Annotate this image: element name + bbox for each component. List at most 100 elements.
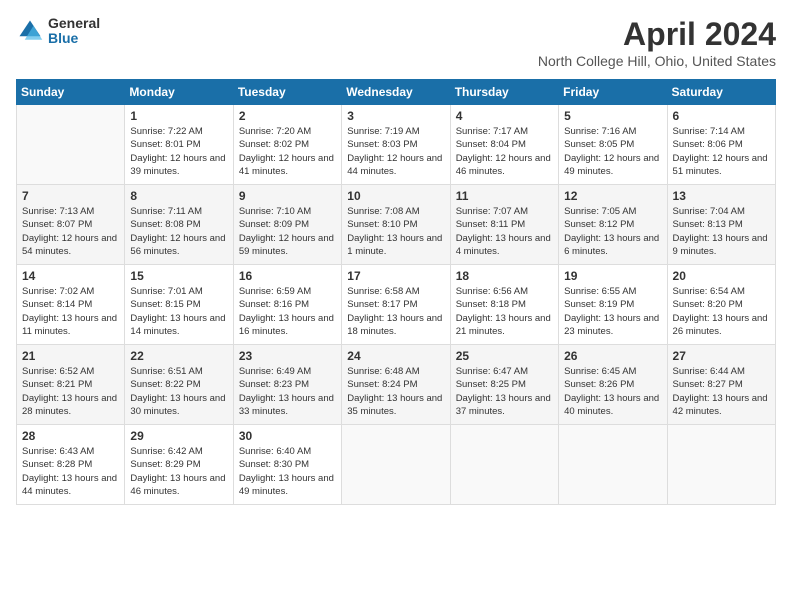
calendar-table: SundayMondayTuesdayWednesdayThursdayFrid… xyxy=(16,79,776,505)
column-header-thursday: Thursday xyxy=(450,80,558,105)
day-number: 17 xyxy=(347,269,444,283)
day-info: Sunrise: 7:01 AMSunset: 8:15 PMDaylight:… xyxy=(130,285,227,338)
day-info: Sunrise: 6:49 AMSunset: 8:23 PMDaylight:… xyxy=(239,365,336,418)
day-number: 8 xyxy=(130,189,227,203)
calendar-cell: 20 Sunrise: 6:54 AMSunset: 8:20 PMDayligh… xyxy=(667,265,775,345)
day-number: 15 xyxy=(130,269,227,283)
day-info: Sunrise: 7:10 AMSunset: 8:09 PMDaylight:… xyxy=(239,205,336,258)
calendar-cell xyxy=(667,425,775,505)
day-number: 28 xyxy=(22,429,119,443)
day-info: Sunrise: 7:13 AMSunset: 8:07 PMDaylight:… xyxy=(22,205,119,258)
calendar-cell: 5 Sunrise: 7:16 AMSunset: 8:05 PMDaylight… xyxy=(559,105,667,185)
page-header: General Blue April 2024 North College Hi… xyxy=(16,16,776,69)
logo-text: General Blue xyxy=(48,16,100,47)
day-info: Sunrise: 6:47 AMSunset: 8:25 PMDaylight:… xyxy=(456,365,553,418)
calendar-header-row: SundayMondayTuesdayWednesdayThursdayFrid… xyxy=(17,80,776,105)
day-info: Sunrise: 6:59 AMSunset: 8:16 PMDaylight:… xyxy=(239,285,336,338)
day-number: 16 xyxy=(239,269,336,283)
day-number: 9 xyxy=(239,189,336,203)
day-info: Sunrise: 6:55 AMSunset: 8:19 PMDaylight:… xyxy=(564,285,661,338)
calendar-cell: 9 Sunrise: 7:10 AMSunset: 8:09 PMDaylight… xyxy=(233,185,341,265)
calendar-cell: 2 Sunrise: 7:20 AMSunset: 8:02 PMDaylight… xyxy=(233,105,341,185)
day-info: Sunrise: 6:51 AMSunset: 8:22 PMDaylight:… xyxy=(130,365,227,418)
day-info: Sunrise: 6:44 AMSunset: 8:27 PMDaylight:… xyxy=(673,365,770,418)
calendar-cell: 12Sunrise: 7:05 AMSunset: 8:12 PMDayligh… xyxy=(559,185,667,265)
day-number: 23 xyxy=(239,349,336,363)
day-number: 26 xyxy=(564,349,661,363)
day-info: Sunrise: 7:17 AMSunset: 8:04 PMDaylight:… xyxy=(456,125,553,178)
column-header-tuesday: Tuesday xyxy=(233,80,341,105)
day-number: 24 xyxy=(347,349,444,363)
calendar-subtitle: North College Hill, Ohio, United States xyxy=(538,53,776,69)
calendar-week-row: 21 Sunrise: 6:52 AMSunset: 8:21 PMDayligh… xyxy=(17,345,776,425)
calendar-cell: 28 Sunrise: 6:43 AMSunset: 8:28 PMDayligh… xyxy=(17,425,125,505)
day-number: 14 xyxy=(22,269,119,283)
calendar-cell: 17 Sunrise: 6:58 AMSunset: 8:17 PMDayligh… xyxy=(342,265,450,345)
day-number: 10 xyxy=(347,189,444,203)
calendar-cell: 11Sunrise: 7:07 AMSunset: 8:11 PMDayligh… xyxy=(450,185,558,265)
calendar-cell xyxy=(17,105,125,185)
calendar-cell: 21 Sunrise: 6:52 AMSunset: 8:21 PMDayligh… xyxy=(17,345,125,425)
column-header-wednesday: Wednesday xyxy=(342,80,450,105)
day-info: Sunrise: 6:43 AMSunset: 8:28 PMDaylight:… xyxy=(22,445,119,498)
calendar-cell: 13Sunrise: 7:04 AMSunset: 8:13 PMDayligh… xyxy=(667,185,775,265)
day-number: 1 xyxy=(130,109,227,123)
day-info: Sunrise: 6:52 AMSunset: 8:21 PMDaylight:… xyxy=(22,365,119,418)
day-info: Sunrise: 7:16 AMSunset: 8:05 PMDaylight:… xyxy=(564,125,661,178)
day-info: Sunrise: 6:42 AMSunset: 8:29 PMDaylight:… xyxy=(130,445,227,498)
day-info: Sunrise: 6:56 AMSunset: 8:18 PMDaylight:… xyxy=(456,285,553,338)
day-info: Sunrise: 7:22 AMSunset: 8:01 PMDaylight:… xyxy=(130,125,227,178)
calendar-cell xyxy=(342,425,450,505)
calendar-week-row: 1 Sunrise: 7:22 AMSunset: 8:01 PMDaylight… xyxy=(17,105,776,185)
title-block: April 2024 North College Hill, Ohio, Uni… xyxy=(538,16,776,69)
column-header-monday: Monday xyxy=(125,80,233,105)
day-number: 21 xyxy=(22,349,119,363)
column-header-sunday: Sunday xyxy=(17,80,125,105)
day-number: 4 xyxy=(456,109,553,123)
calendar-cell: 19Sunrise: 6:55 AMSunset: 8:19 PMDayligh… xyxy=(559,265,667,345)
logo: General Blue xyxy=(16,16,100,47)
calendar-cell: 6 Sunrise: 7:14 AMSunset: 8:06 PMDaylight… xyxy=(667,105,775,185)
day-number: 22 xyxy=(130,349,227,363)
calendar-cell: 24Sunrise: 6:48 AMSunset: 8:24 PMDayligh… xyxy=(342,345,450,425)
day-info: Sunrise: 7:02 AMSunset: 8:14 PMDaylight:… xyxy=(22,285,119,338)
calendar-cell: 14 Sunrise: 7:02 AMSunset: 8:14 PMDayligh… xyxy=(17,265,125,345)
day-number: 3 xyxy=(347,109,444,123)
calendar-cell xyxy=(450,425,558,505)
column-header-saturday: Saturday xyxy=(667,80,775,105)
calendar-cell: 8 Sunrise: 7:11 AMSunset: 8:08 PMDaylight… xyxy=(125,185,233,265)
calendar-cell: 18 Sunrise: 6:56 AMSunset: 8:18 PMDayligh… xyxy=(450,265,558,345)
day-number: 20 xyxy=(673,269,770,283)
day-number: 29 xyxy=(130,429,227,443)
day-info: Sunrise: 7:04 AMSunset: 8:13 PMDaylight:… xyxy=(673,205,770,258)
calendar-cell: 16 Sunrise: 6:59 AMSunset: 8:16 PMDayligh… xyxy=(233,265,341,345)
day-info: Sunrise: 6:45 AMSunset: 8:26 PMDaylight:… xyxy=(564,365,661,418)
calendar-cell: 30Sunrise: 6:40 AMSunset: 8:30 PMDayligh… xyxy=(233,425,341,505)
day-info: Sunrise: 6:58 AMSunset: 8:17 PMDaylight:… xyxy=(347,285,444,338)
calendar-title: April 2024 xyxy=(538,16,776,53)
day-info: Sunrise: 7:11 AMSunset: 8:08 PMDaylight:… xyxy=(130,205,227,258)
calendar-cell: 4 Sunrise: 7:17 AMSunset: 8:04 PMDaylight… xyxy=(450,105,558,185)
day-info: Sunrise: 7:19 AMSunset: 8:03 PMDaylight:… xyxy=(347,125,444,178)
calendar-cell: 10Sunrise: 7:08 AMSunset: 8:10 PMDayligh… xyxy=(342,185,450,265)
day-number: 2 xyxy=(239,109,336,123)
logo-blue-text: Blue xyxy=(48,31,100,46)
day-info: Sunrise: 7:14 AMSunset: 8:06 PMDaylight:… xyxy=(673,125,770,178)
day-info: Sunrise: 7:20 AMSunset: 8:02 PMDaylight:… xyxy=(239,125,336,178)
day-number: 25 xyxy=(456,349,553,363)
calendar-week-row: 14 Sunrise: 7:02 AMSunset: 8:14 PMDayligh… xyxy=(17,265,776,345)
calendar-cell: 23 Sunrise: 6:49 AMSunset: 8:23 PMDayligh… xyxy=(233,345,341,425)
day-info: Sunrise: 6:54 AMSunset: 8:20 PMDaylight:… xyxy=(673,285,770,338)
calendar-cell: 29 Sunrise: 6:42 AMSunset: 8:29 PMDayligh… xyxy=(125,425,233,505)
day-number: 12 xyxy=(564,189,661,203)
logo-general-text: General xyxy=(48,16,100,31)
calendar-cell: 1 Sunrise: 7:22 AMSunset: 8:01 PMDaylight… xyxy=(125,105,233,185)
calendar-week-row: 28 Sunrise: 6:43 AMSunset: 8:28 PMDayligh… xyxy=(17,425,776,505)
day-number: 5 xyxy=(564,109,661,123)
day-number: 6 xyxy=(673,109,770,123)
calendar-cell: 25 Sunrise: 6:47 AMSunset: 8:25 PMDayligh… xyxy=(450,345,558,425)
column-header-friday: Friday xyxy=(559,80,667,105)
day-number: 18 xyxy=(456,269,553,283)
calendar-cell: 22 Sunrise: 6:51 AMSunset: 8:22 PMDayligh… xyxy=(125,345,233,425)
day-number: 7 xyxy=(22,189,119,203)
